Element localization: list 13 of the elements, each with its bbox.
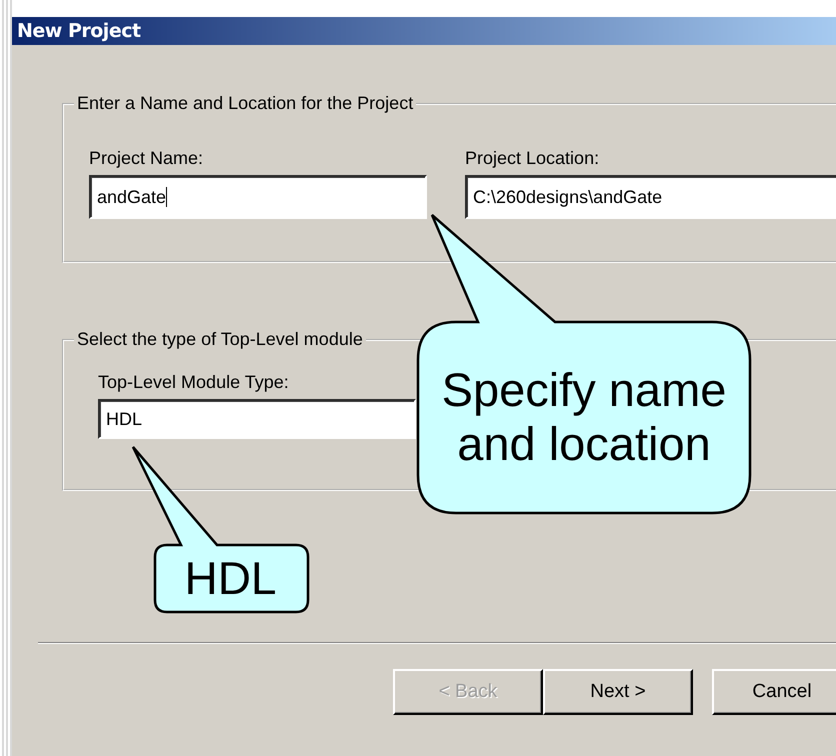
group-title: Enter a Name and Location for the Project bbox=[76, 93, 414, 114]
dropdown-field[interactable]: HDL bbox=[98, 399, 416, 439]
callout-text: Specify name and location bbox=[440, 362, 728, 472]
input-field[interactable]: C:\260designs\andGate bbox=[465, 175, 836, 219]
group-title: Select the type of Top-Level module bbox=[76, 329, 364, 350]
field-label: Top-Level Module Type: bbox=[98, 372, 290, 393]
field-label: Project Location: bbox=[465, 148, 600, 169]
input-field[interactable]: andGate bbox=[89, 175, 427, 219]
window-title: New Project bbox=[17, 20, 141, 42]
field-label: Project Name: bbox=[89, 148, 204, 169]
dialog-button[interactable]: Next > bbox=[543, 669, 693, 715]
dialog-button[interactable]: Cancel bbox=[712, 669, 836, 715]
callout-text: HDL bbox=[184, 552, 277, 604]
